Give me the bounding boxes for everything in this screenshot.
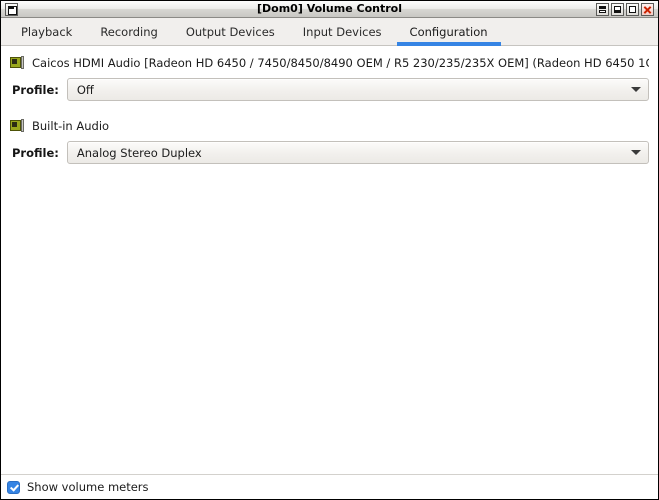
title-bar[interactable]: [Dom0] Volume Control [1, 1, 658, 18]
tab-input-devices-label: Input Devices [302, 24, 382, 39]
window-menu-icon[interactable] [5, 2, 18, 16]
minimize-icon[interactable] [611, 2, 624, 16]
show-volume-meters-label[interactable]: Show volume meters [27, 480, 149, 494]
profile-select-hdmi-value: Off [76, 82, 94, 97]
profile-label: Profile: [12, 145, 59, 160]
tab-playback[interactable]: Playback [7, 18, 86, 45]
device-name: Built-in Audio [32, 119, 110, 133]
sound-card-icon [10, 56, 25, 70]
chevron-down-icon [631, 150, 641, 155]
configuration-panel: Caicos HDMI Audio [Radeon HD 6450 / 7450… [1, 46, 658, 474]
tab-bar: Playback Recording Output Devices Input … [1, 18, 658, 46]
chevron-down-icon [631, 87, 641, 92]
volume-control-window: [Dom0] Volume Control Playback Recording… [0, 0, 659, 500]
profile-select-builtin[interactable]: Analog Stereo Duplex [66, 141, 649, 164]
profile-select-builtin-value: Analog Stereo Duplex [76, 145, 202, 160]
device-name: Caicos HDMI Audio [Radeon HD 6450 / 7450… [32, 56, 649, 70]
shade-icon[interactable] [596, 2, 609, 16]
device-header: Built-in Audio [10, 117, 649, 135]
profile-select-hdmi[interactable]: Off [66, 78, 649, 101]
window-title: [Dom0] Volume Control [257, 2, 402, 15]
window-controls [596, 2, 656, 16]
tab-output-devices-label: Output Devices [185, 24, 275, 39]
profile-row: Profile: Analog Stereo Duplex [10, 141, 649, 164]
tab-playback-label: Playback [21, 24, 73, 39]
profile-row: Profile: Off [10, 78, 649, 101]
device-header: Caicos HDMI Audio [Radeon HD 6450 / 7450… [10, 54, 649, 72]
close-icon[interactable] [641, 2, 654, 16]
profile-label: Profile: [12, 82, 59, 97]
tab-configuration-label: Configuration [409, 24, 488, 39]
tab-recording-label: Recording [100, 24, 158, 39]
show-volume-meters-checkbox[interactable] [7, 480, 20, 494]
tab-configuration[interactable]: Configuration [396, 18, 502, 46]
tab-input-devices[interactable]: Input Devices [289, 18, 396, 45]
status-bar: Show volume meters [1, 474, 658, 499]
tab-recording[interactable]: Recording [86, 18, 172, 45]
maximize-icon[interactable] [626, 2, 639, 16]
tab-output-devices[interactable]: Output Devices [172, 18, 289, 45]
sound-card-icon [10, 119, 25, 133]
device-list: Caicos HDMI Audio [Radeon HD 6450 / 7450… [1, 46, 658, 164]
